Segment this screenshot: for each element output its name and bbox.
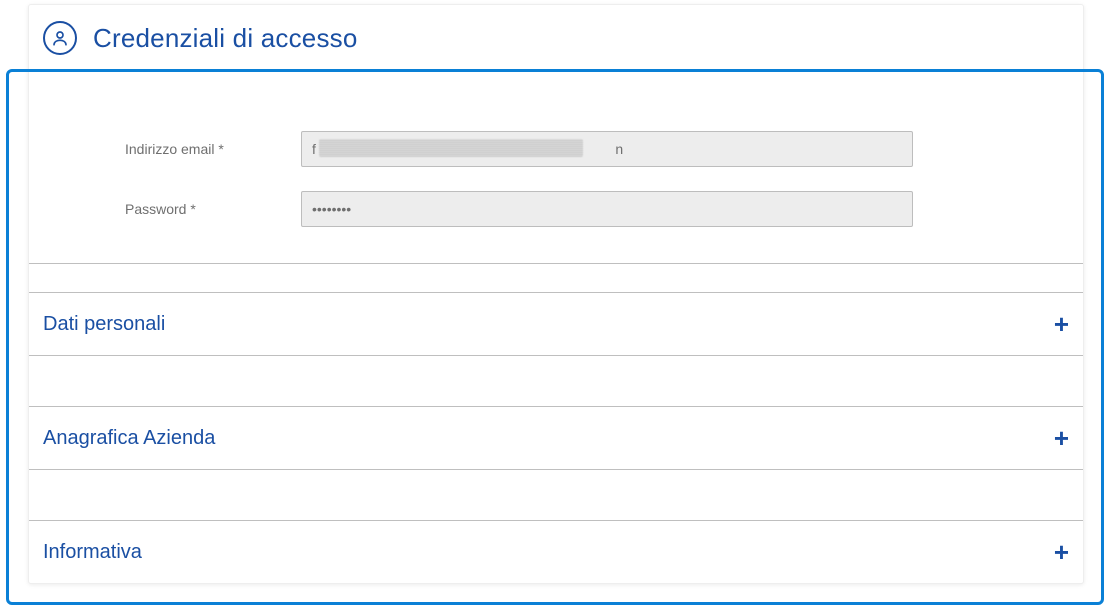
page-root: Credenziali di accesso Indirizzo email *…: [0, 0, 1110, 613]
plus-icon: +: [1054, 425, 1069, 451]
accordion-title: Anagrafica Azienda: [43, 427, 215, 450]
credentials-form: Indirizzo email * Password *: [29, 83, 1083, 264]
accordion-anagrafica-azienda[interactable]: Anagrafica Azienda +: [29, 406, 1083, 470]
accordion-title: Dati personali: [43, 313, 165, 336]
accordion-informativa[interactable]: Informativa +: [29, 520, 1083, 583]
email-field-wrap: [301, 131, 913, 167]
password-input[interactable]: [301, 191, 913, 227]
password-label: Password *: [45, 201, 301, 217]
accordion-title: Informativa: [43, 541, 142, 564]
plus-icon: +: [1054, 539, 1069, 565]
email-input[interactable]: [301, 131, 913, 167]
accordion-dati-personali[interactable]: Dati personali +: [29, 292, 1083, 356]
accordion-list: Dati personali + Anagrafica Azienda + In…: [29, 292, 1083, 583]
credentials-card: Credenziali di accesso Indirizzo email *…: [28, 4, 1084, 584]
user-icon: [43, 21, 77, 55]
password-field-wrap: [301, 191, 913, 227]
card-title: Credenziali di accesso: [93, 23, 358, 54]
email-label: Indirizzo email *: [45, 141, 301, 157]
card-header: Credenziali di accesso: [29, 5, 1083, 83]
plus-icon: +: [1054, 311, 1069, 337]
email-row: Indirizzo email *: [45, 131, 1067, 167]
password-row: Password *: [45, 191, 1067, 227]
